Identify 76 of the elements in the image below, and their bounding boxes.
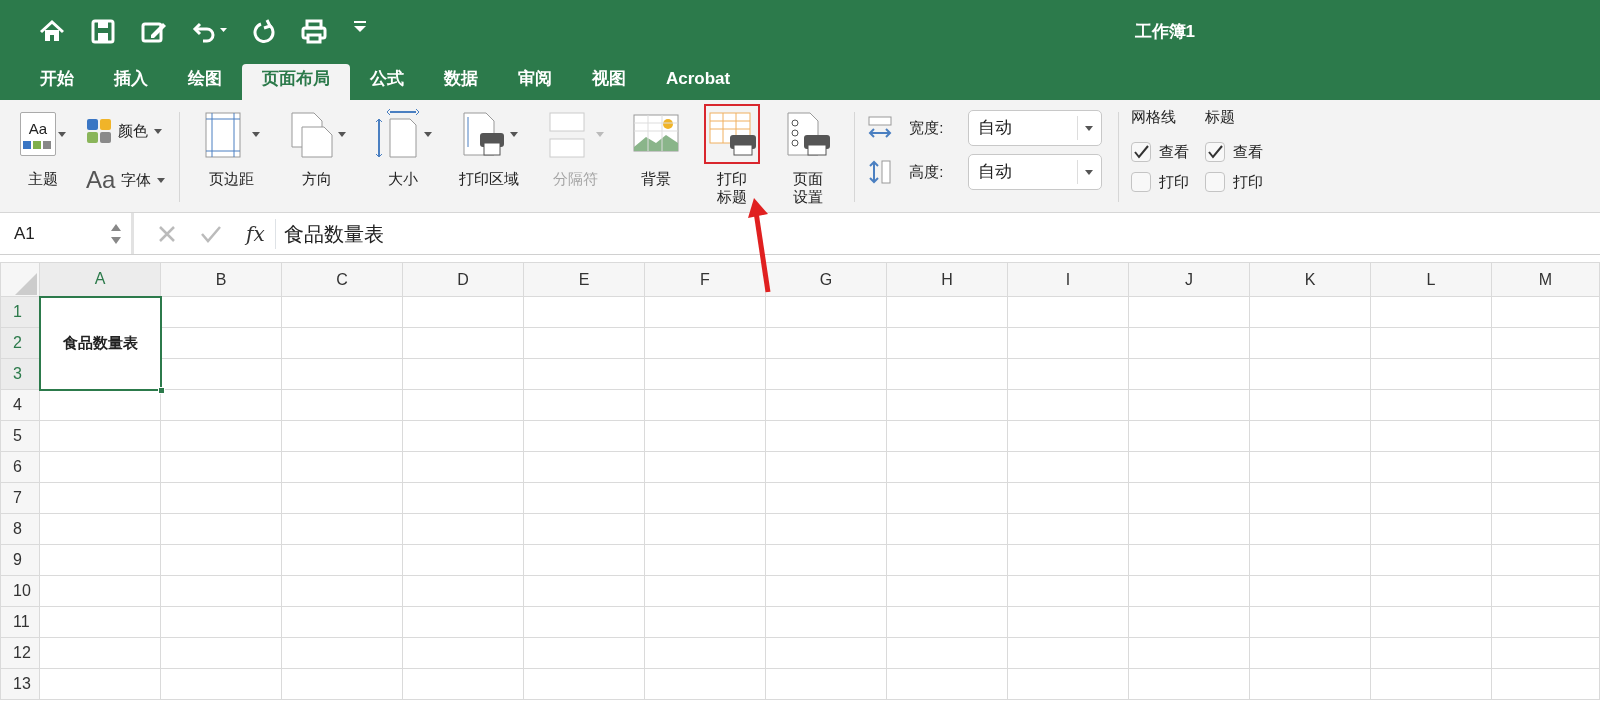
checkbox-option[interactable]: 打印 xyxy=(1204,171,1263,194)
column-header[interactable]: G xyxy=(765,262,887,297)
row-header[interactable]: 13 xyxy=(0,668,40,700)
ribbon-tab[interactable]: 公式 xyxy=(350,64,424,100)
row-header[interactable]: 4 xyxy=(0,389,40,421)
ribbon-button[interactable]: 背景 xyxy=(626,106,687,206)
row-header[interactable]: 12 xyxy=(0,637,40,669)
window-title: 工作簿1 xyxy=(1134,20,1195,43)
column-header[interactable]: A xyxy=(39,262,161,297)
row-header[interactable]: 1 xyxy=(0,296,40,328)
row-header[interactable]: 3 xyxy=(0,358,40,390)
height-icon xyxy=(867,159,894,185)
column-header[interactable]: L xyxy=(1370,262,1492,297)
ribbon-tab[interactable]: 开始 xyxy=(20,64,94,100)
row-header[interactable]: 10 xyxy=(0,575,40,607)
color-swatch-icon xyxy=(23,140,53,151)
caret-icon xyxy=(1085,125,1094,131)
caret-icon xyxy=(1085,169,1094,175)
ribbon-dropdown-button[interactable]: Aa 字体 xyxy=(80,164,172,196)
column-header[interactable]: F xyxy=(644,262,766,297)
fill-handle[interactable] xyxy=(157,386,165,394)
option-group-heading: 标题 xyxy=(1204,107,1236,127)
checkbox-option[interactable]: 查看 xyxy=(1130,140,1189,163)
column-header[interactable]: I xyxy=(1007,262,1129,297)
checkbox-option[interactable]: 打印 xyxy=(1130,171,1189,194)
ribbon-tab[interactable]: 页面布局 xyxy=(242,64,350,100)
ribbon-dropdown-button[interactable]: 颜色 xyxy=(80,114,172,148)
name-box[interactable]: A1 xyxy=(0,213,134,254)
checkbox-option[interactable]: 查看 xyxy=(1204,140,1263,163)
ribbon-button[interactable]: 打印区域 xyxy=(454,106,525,206)
print-titles-icon xyxy=(708,109,757,159)
print-icon[interactable] xyxy=(300,17,328,46)
row-header[interactable]: 5 xyxy=(0,420,40,452)
formula-content[interactable]: 食品数量表 xyxy=(274,218,384,249)
ribbon-tab[interactable]: Acrobat xyxy=(646,64,751,100)
column-header[interactable]: M xyxy=(1491,262,1600,297)
ribbon-tab[interactable]: 视图 xyxy=(572,64,646,100)
caret-icon xyxy=(58,131,66,137)
ribbon-button[interactable]: 大小 xyxy=(368,106,439,206)
option-group-heading: 网格线 xyxy=(1130,107,1177,127)
themes-button[interactable]: Aa 主题 xyxy=(14,106,72,206)
column-header[interactable]: H xyxy=(886,262,1008,297)
row-header[interactable]: 9 xyxy=(0,544,40,576)
save-icon[interactable] xyxy=(90,17,116,46)
check-icon xyxy=(1206,144,1223,159)
ribbon-button[interactable]: 方向 xyxy=(282,106,353,206)
caret-icon xyxy=(154,128,162,134)
row-header[interactable]: 7 xyxy=(0,482,40,514)
color-squares-icon xyxy=(86,118,112,144)
scale-dropdown[interactable]: 自动 xyxy=(967,110,1102,146)
ribbon-button[interactable]: 页边距 xyxy=(196,106,267,206)
caret-icon xyxy=(157,177,166,183)
scale-label: 宽度: xyxy=(909,117,944,138)
redo-icon[interactable] xyxy=(252,17,276,46)
column-header[interactable]: E xyxy=(523,262,645,297)
row-header[interactable]: 6 xyxy=(0,451,40,483)
ribbon-button[interactable]: 页面设置 xyxy=(778,106,839,206)
page-setup-icon xyxy=(784,109,833,159)
scale-dropdown[interactable]: 自动 xyxy=(967,154,1102,190)
column-header[interactable]: B xyxy=(160,262,282,297)
scale-label: 高度: xyxy=(909,161,944,182)
row-header[interactable]: 11 xyxy=(0,606,40,638)
ribbon-tab[interactable]: 数据 xyxy=(424,64,498,100)
row-header[interactable]: 8 xyxy=(0,513,40,545)
row-header[interactable]: 2 xyxy=(0,327,40,359)
stepper-icon xyxy=(111,222,121,245)
ribbon-button[interactable]: 打印标题 xyxy=(702,106,763,206)
ribbon-tab[interactable]: 绘图 xyxy=(168,64,242,100)
ribbon-tab[interactable]: 插入 xyxy=(94,64,168,100)
column-header[interactable]: K xyxy=(1249,262,1371,297)
insert-function-button[interactable]: fx xyxy=(246,218,265,249)
column-header[interactable]: C xyxy=(281,262,403,297)
column-header[interactable]: J xyxy=(1128,262,1250,297)
ribbon-tab[interactable]: 审阅 xyxy=(498,64,572,100)
check-icon xyxy=(1132,144,1149,159)
column-header[interactable]: D xyxy=(402,262,524,297)
